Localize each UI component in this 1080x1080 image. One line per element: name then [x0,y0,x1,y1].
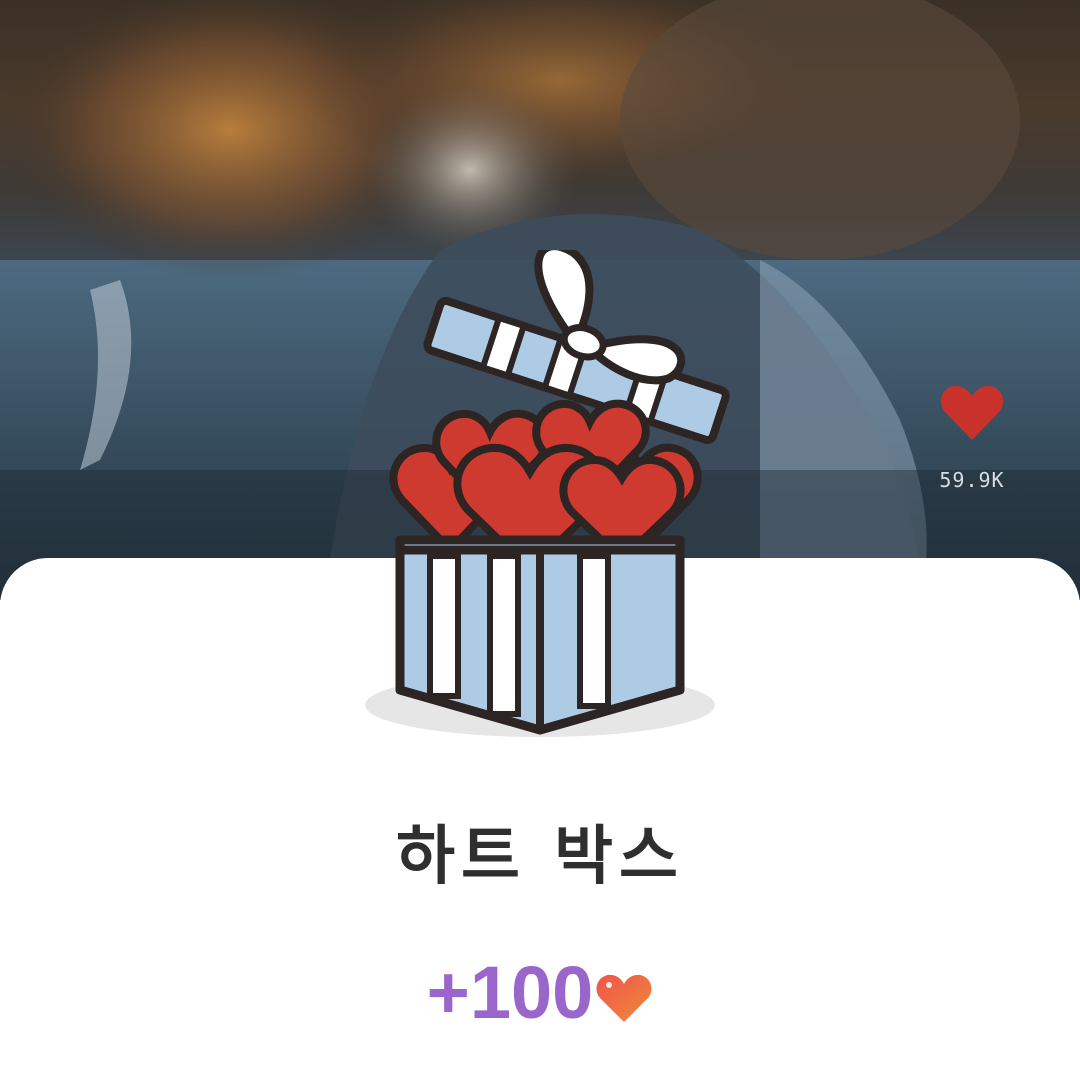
heart-icon [596,974,652,1022]
like-count: 59.9K [939,468,1005,492]
reward-amount-row: +100 [0,950,1080,1035]
gift-box-hearts-icon [340,242,740,770]
reward-amount: +100 [426,951,594,1034]
heart-icon [940,385,1004,440]
reward-title: 하트 박스 [396,820,684,894]
like-button[interactable]: 59.9K [936,382,1008,492]
